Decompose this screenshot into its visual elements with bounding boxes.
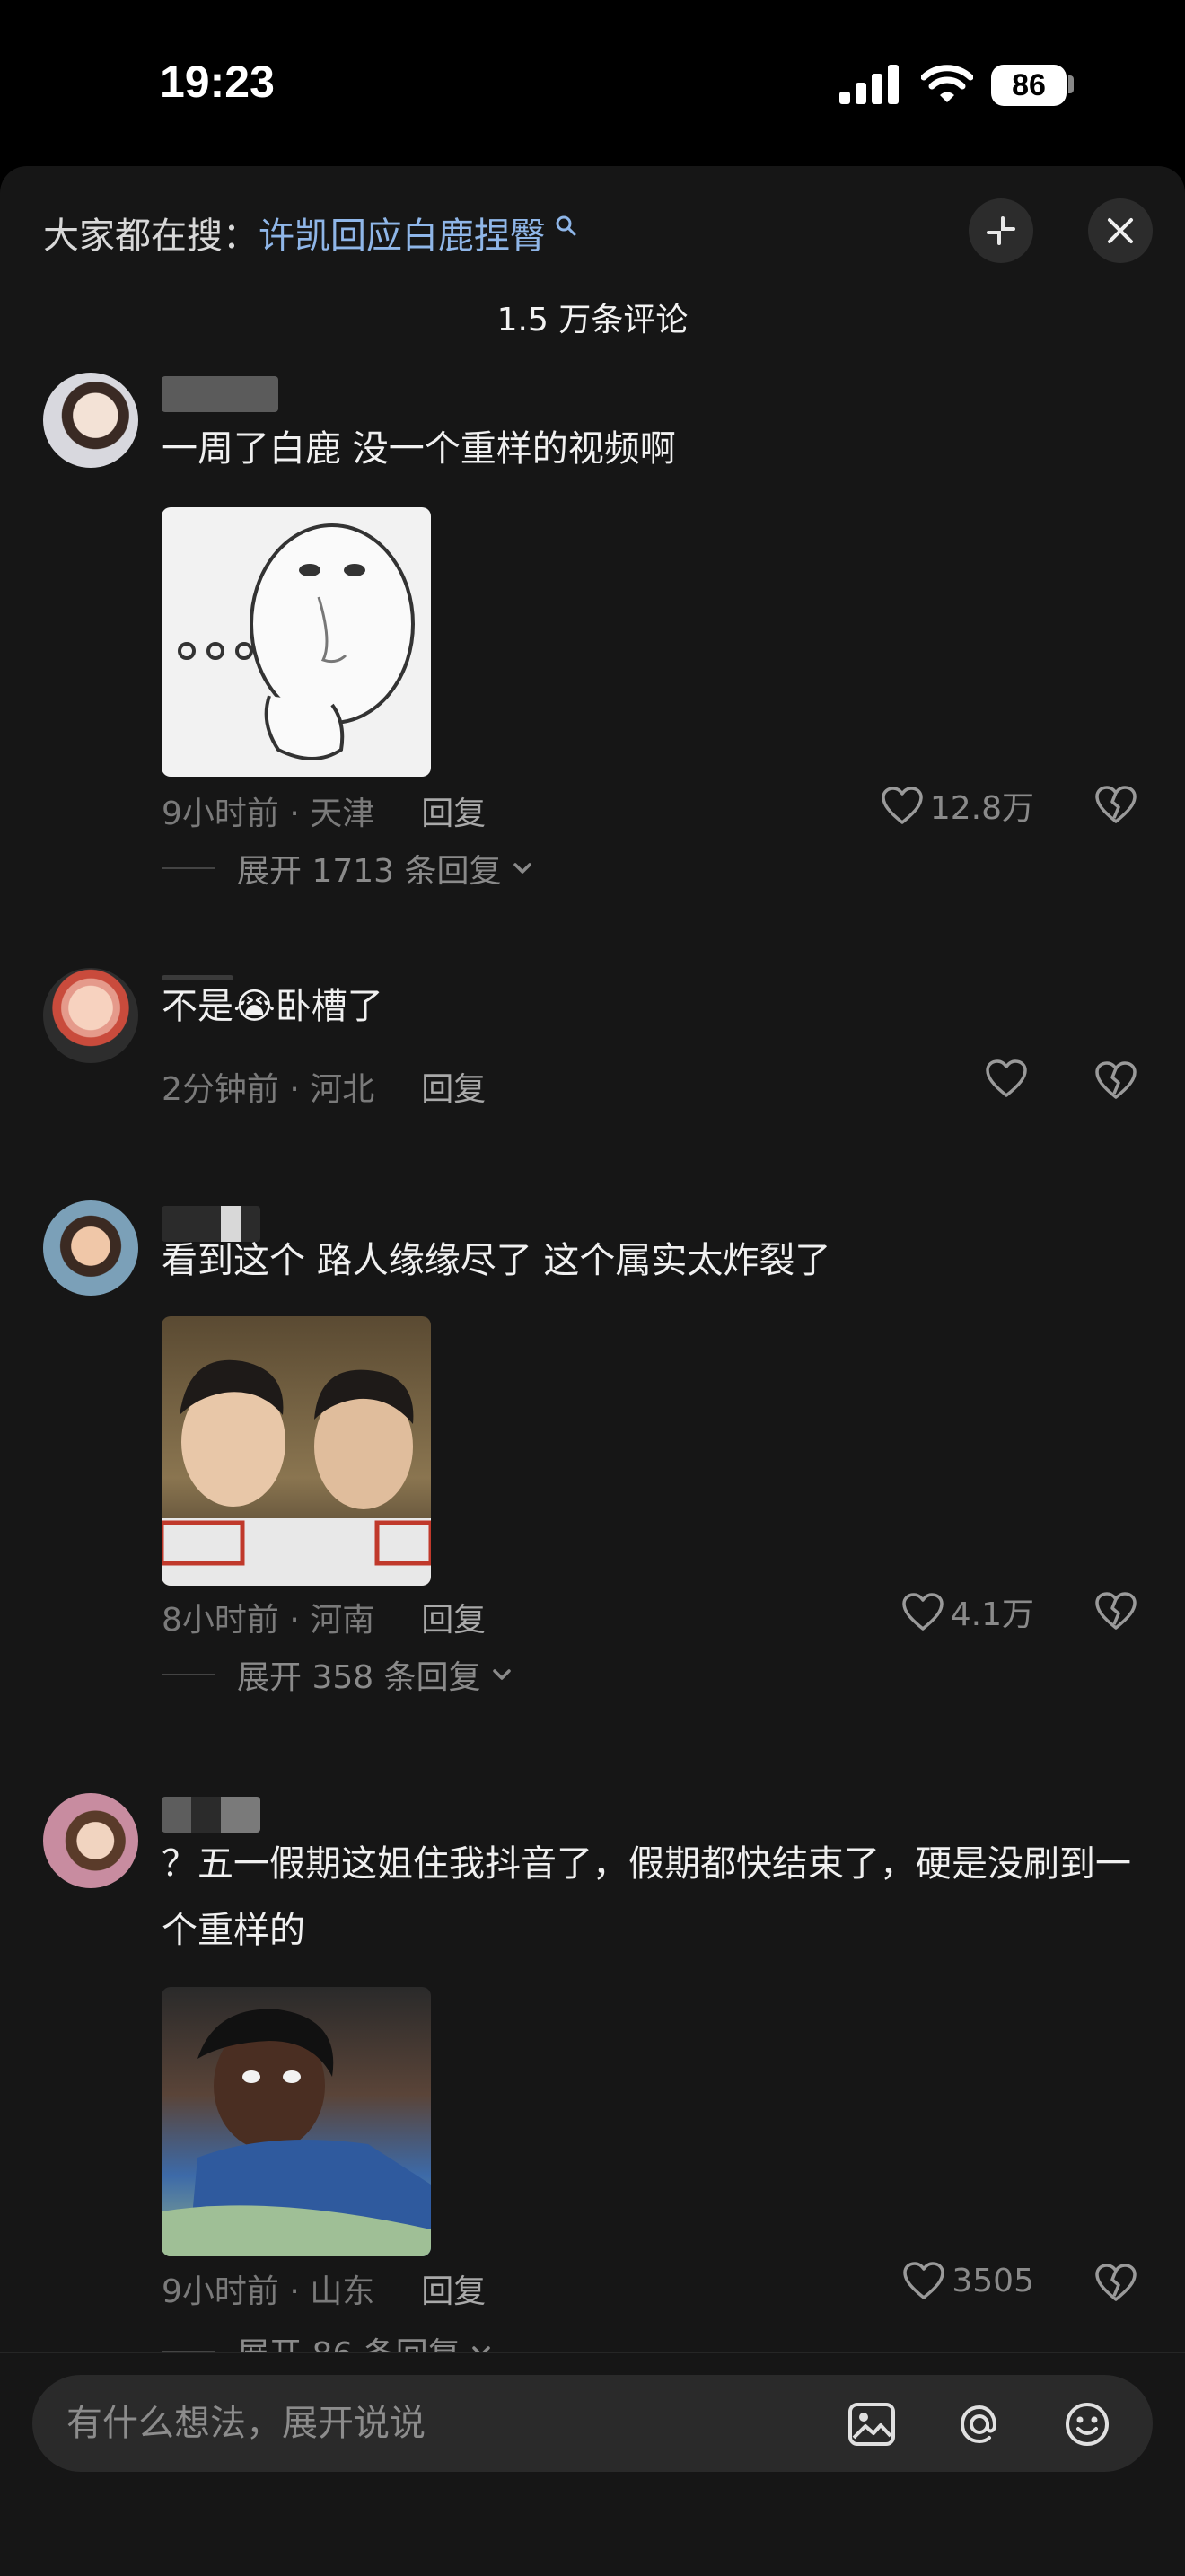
like-count: 3505 bbox=[952, 2262, 1034, 2299]
comment-meme-image[interactable] bbox=[162, 1987, 431, 2256]
like-button[interactable] bbox=[984, 1058, 1034, 1099]
status-time: 19:23 bbox=[160, 57, 275, 107]
comment-meme-image[interactable] bbox=[162, 1316, 431, 1586]
comment-input-placeholder[interactable]: 有什么想法，展开说说 bbox=[66, 2375, 426, 2472]
comment-count: 1.5 万条评论 bbox=[496, 302, 689, 338]
close-icon bbox=[1108, 218, 1133, 243]
comment-text: 不是😭卧槽了 bbox=[162, 973, 1131, 1040]
like-count: 4.1万 bbox=[950, 1596, 1034, 1633]
trending-search[interactable]: 大家都在搜：许凯回应白鹿捏臀 bbox=[43, 209, 578, 263]
comment-input-bar: 有什么想法，展开说说 bbox=[0, 2352, 1185, 2576]
signal-icon bbox=[839, 65, 899, 104]
heart-icon bbox=[986, 1059, 1027, 1097]
avatar[interactable] bbox=[43, 968, 138, 1063]
at-icon[interactable] bbox=[953, 2398, 1005, 2450]
comment-meta: 2分钟前 · 河北 回复 bbox=[162, 1063, 486, 1110]
comment-meta: 9小时前 · 天津 回复 bbox=[162, 787, 486, 834]
broken-heart-icon[interactable] bbox=[1093, 1059, 1138, 1101]
status-bar: 19:23 86 bbox=[0, 0, 1185, 166]
close-button[interactable] bbox=[1088, 198, 1153, 263]
avatar[interactable] bbox=[43, 1793, 138, 1888]
broken-heart-icon[interactable] bbox=[1093, 1590, 1138, 1631]
crying-emoji: 😭 bbox=[233, 986, 276, 1027]
like-count: 12.8万 bbox=[929, 790, 1034, 827]
username-redacted[interactable] bbox=[162, 1797, 260, 1833]
reply-button[interactable]: 回复 bbox=[421, 1602, 486, 1639]
comment-input[interactable]: 有什么想法，展开说说 bbox=[32, 2375, 1153, 2472]
avatar[interactable] bbox=[43, 1200, 138, 1296]
comment-text: 一周了白鹿 没一个重样的视频啊 bbox=[162, 428, 676, 470]
comment-time-location: 9小时前 · 山东 bbox=[162, 2273, 375, 2310]
comment-item: ？五一假期这姐住我抖音了，假期都快结束了，硬是没刷到一个重样的 9小时前 · 山… bbox=[0, 1793, 1185, 2373]
reply-button[interactable]: 回复 bbox=[421, 1071, 486, 1108]
username-redacted[interactable] bbox=[162, 376, 278, 412]
like-button[interactable]: 12.8万 bbox=[880, 782, 1034, 829]
minimize-button[interactable] bbox=[969, 198, 1033, 263]
reply-button[interactable]: 回复 bbox=[421, 2273, 486, 2310]
heart-icon bbox=[903, 2262, 945, 2299]
trending-search-prefix: 大家都在搜： bbox=[43, 215, 259, 257]
trending-search-term[interactable]: 许凯回应白鹿捏臀 bbox=[259, 215, 546, 257]
comment-meta: 8小时前 · 河南 回复 bbox=[162, 1594, 486, 1640]
expand-divider bbox=[162, 1674, 215, 1675]
comment-item: 不是😭卧槽了 2分钟前 · 河北 回复 bbox=[0, 968, 1185, 1139]
comment-item: 看到这个 路人缘缘尽了 这个属实太炸裂了 8小时前 · 河南 回复 4.1万 展开… bbox=[0, 1200, 1185, 1703]
reply-button[interactable]: 回复 bbox=[421, 796, 486, 832]
expand-replies-label: 展开 1713 条回复 bbox=[237, 853, 502, 890]
comment-text: 看到这个 路人缘缘尽了 这个属实太炸裂了 bbox=[162, 1240, 831, 1281]
expand-replies-label: 展开 358 条回复 bbox=[237, 1659, 481, 1696]
comment-item: 一周了白鹿 没一个重样的视频啊 9小时前 · 天津 回复 12.8万 展开 171… bbox=[0, 373, 1185, 890]
minimize-icon bbox=[987, 216, 1015, 245]
comment-text-start: 不是 bbox=[162, 986, 233, 1027]
expand-replies-button[interactable]: 展开 1713 条回复 bbox=[162, 845, 538, 892]
battery-indicator: 86 bbox=[991, 65, 1066, 106]
comment-sticker-image[interactable] bbox=[162, 507, 431, 777]
broken-heart-icon[interactable] bbox=[1093, 784, 1138, 825]
battery-tip bbox=[1068, 75, 1074, 93]
wifi-icon bbox=[921, 65, 973, 102]
avatar[interactable] bbox=[43, 373, 138, 468]
comments-sheet: 大家都在搜：许凯回应白鹿捏臀 1.5 万条评论 一周了白鹿 没一个重样的视频啊 bbox=[0, 166, 1185, 2575]
comment-time-location: 2分钟前 · 河北 bbox=[162, 1071, 375, 1108]
search-icon bbox=[546, 215, 578, 251]
comment-time-location: 9小时前 · 天津 bbox=[162, 796, 375, 832]
like-button[interactable]: 4.1万 bbox=[900, 1588, 1034, 1635]
chevron-down-icon bbox=[492, 1669, 511, 1680]
comment-meta: 9小时前 · 山东 回复 bbox=[162, 2265, 486, 2312]
broken-heart-icon[interactable] bbox=[1093, 2262, 1138, 2303]
like-button[interactable]: 3505 bbox=[901, 2260, 1034, 2301]
heart-icon bbox=[901, 1593, 944, 1631]
comment-time-location: 8小时前 · 河南 bbox=[162, 1602, 375, 1639]
chevron-down-icon bbox=[513, 863, 531, 874]
comment-text: ？五一假期这姐住我抖音了，假期都快结束了，硬是没刷到一个重样的 bbox=[162, 1843, 1131, 1951]
emoji-icon[interactable] bbox=[1061, 2398, 1113, 2450]
image-icon[interactable] bbox=[846, 2398, 898, 2450]
expand-divider bbox=[162, 867, 215, 869]
expand-replies-button[interactable]: 展开 358 条回复 bbox=[162, 1651, 517, 1698]
heart-icon bbox=[882, 787, 923, 824]
comment-text-end: 卧槽了 bbox=[275, 986, 383, 1027]
